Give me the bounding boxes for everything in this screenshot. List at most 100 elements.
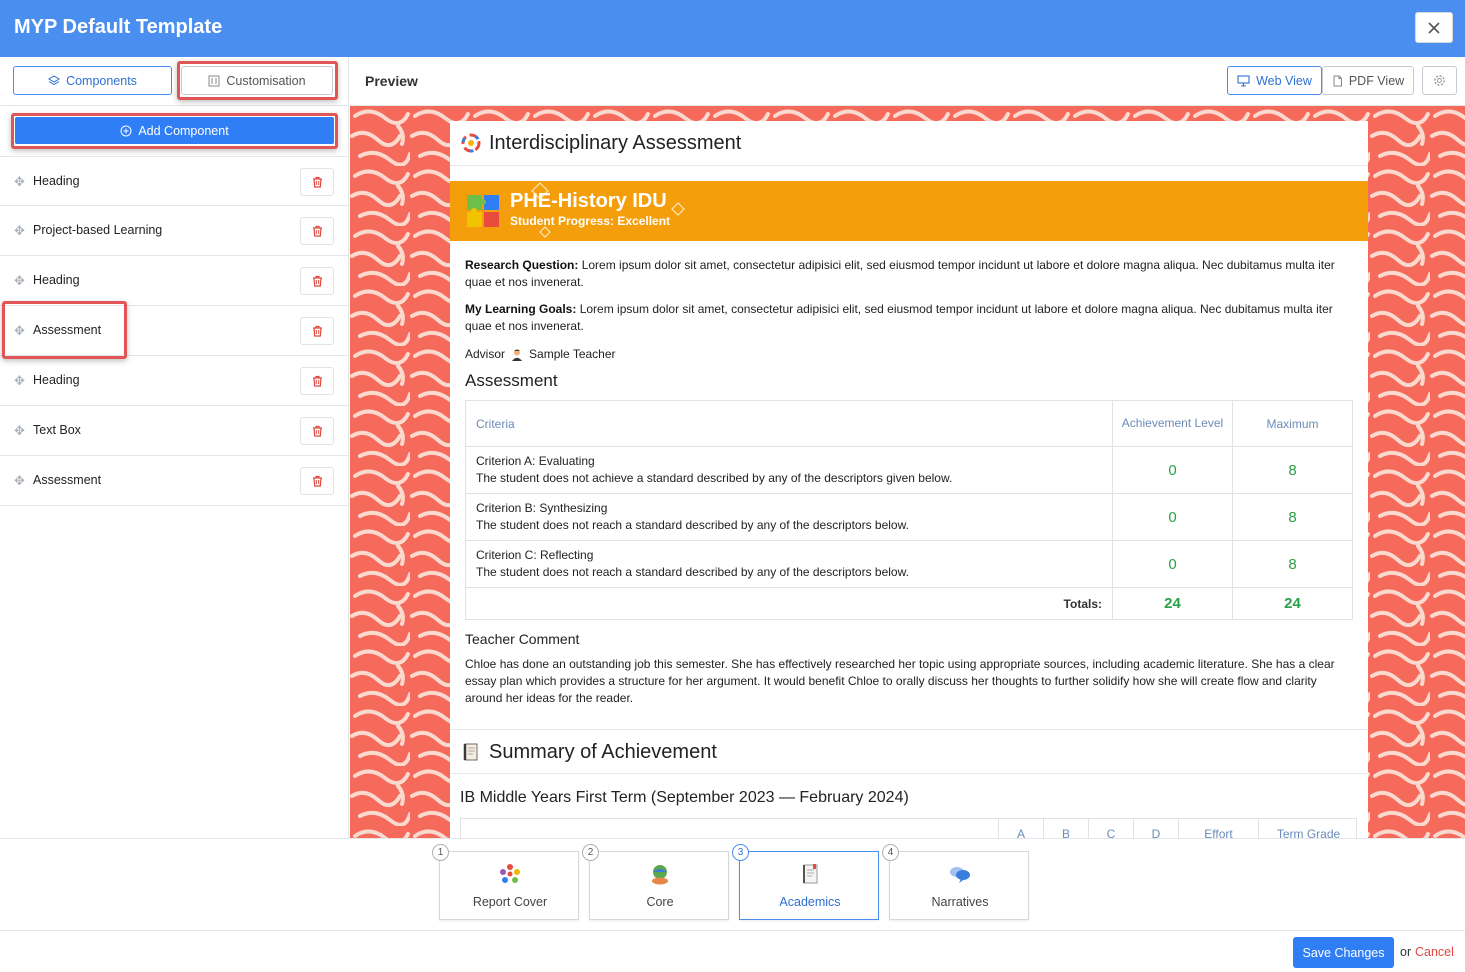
step-narratives[interactable]: 4 Narratives <box>882 844 1029 920</box>
totals-label: Totals: <box>465 587 1113 620</box>
modal-title: MYP Default Template <box>14 16 223 38</box>
criterion-desc: The student does not achieve a standard … <box>476 471 953 485</box>
drag-handle-icon[interactable]: ✥ <box>14 224 28 238</box>
criteria-header: Criteria <box>465 400 1113 447</box>
summary-col-term-grade: Term Grade <box>1258 819 1358 838</box>
delete-button[interactable] <box>300 168 334 196</box>
table-header-row: Criteria Achievement Level Maximum <box>465 400 1353 447</box>
list-item[interactable]: ✥ Text Box <box>0 406 349 456</box>
trash-icon <box>312 425 322 437</box>
panel-tabs: Components Customisation <box>0 57 349 106</box>
section-heading: Summary of Achievement <box>450 729 1368 774</box>
step-label: Core <box>646 895 674 909</box>
maximum-header: Maximum <box>1232 400 1353 447</box>
web-view-button[interactable]: Web View <box>1227 66 1322 95</box>
report-document: Interdisciplinary Assessment PHE-History… <box>450 121 1368 838</box>
section-title: Summary of Achievement <box>489 741 717 763</box>
monitor-icon <box>1237 74 1250 87</box>
component-label: Heading <box>33 273 80 287</box>
summary-col-b: B <box>1043 819 1088 838</box>
drag-handle-icon[interactable]: ✥ <box>14 274 28 288</box>
or-text: or <box>1400 945 1412 959</box>
preview-title: Preview <box>365 73 418 89</box>
teacher-comment: Chloe has done an outstanding job this s… <box>465 657 1335 705</box>
total-maximum: 24 <box>1232 587 1353 620</box>
close-icon <box>1428 21 1440 34</box>
assessment-heading: Assessment <box>465 371 558 390</box>
notebook-icon <box>463 743 478 761</box>
step-label: Report Cover <box>472 895 548 909</box>
banner-title: PHE-History IDU <box>510 190 667 212</box>
list-item[interactable]: ✥ Assessment <box>0 456 349 506</box>
gear-icon <box>1434 75 1445 86</box>
list-item[interactable]: ✥ Project-based Learning <box>0 206 349 256</box>
criterion-name: Criterion A: Evaluating <box>476 454 595 468</box>
list-item[interactable]: ✥ Heading <box>0 256 349 306</box>
total-achievement: 24 <box>1112 587 1233 620</box>
step-core[interactable]: 2 Core <box>582 844 729 920</box>
delete-button[interactable] <box>300 417 334 445</box>
highlight-customisation <box>177 61 338 100</box>
assessment-table: Criteria Achievement Level Maximum Crite… <box>465 400 1353 620</box>
pdf-view-button[interactable]: PDF View <box>1322 66 1414 95</box>
delete-button[interactable] <box>300 317 334 345</box>
criterion-cell: Criterion B: Synthesizing The student doe… <box>465 493 1113 541</box>
drag-handle-icon[interactable]: ✥ <box>14 424 28 438</box>
summary-table: A B C D Effort Term Grade <box>460 818 1357 838</box>
delete-button[interactable] <box>300 217 334 245</box>
criterion-cell: Criterion C: Reflecting The student does … <box>465 540 1113 588</box>
term-title: IB Middle Years First Term (September 20… <box>460 789 909 806</box>
web-view-label: Web View <box>1256 73 1312 88</box>
component-label: Project-based Learning <box>33 223 163 237</box>
summary-col-effort: Effort <box>1178 819 1258 838</box>
highlight-add-component <box>11 113 338 149</box>
delete-button[interactable] <box>300 467 334 495</box>
delete-button[interactable] <box>300 367 334 395</box>
table-row: Criterion C: Reflecting The student does … <box>465 540 1353 588</box>
research-text: Lorem ipsum dolor sit amet, consectetur … <box>465 258 1335 289</box>
trash-icon <box>312 176 322 188</box>
criterion-desc: The student does not reach a standard de… <box>476 565 909 579</box>
criterion-name: Criterion B: Synthesizing <box>476 501 608 515</box>
preview-canvas: Interdisciplinary Assessment PHE-History… <box>350 106 1465 838</box>
layers-icon <box>48 74 61 85</box>
drag-handle-icon[interactable]: ✥ <box>14 175 28 189</box>
table-row: Criterion B: Synthesizing The student doe… <box>465 493 1353 541</box>
step-number: 2 <box>582 844 599 861</box>
pdf-view-label: PDF View <box>1348 73 1405 88</box>
close-button[interactable] <box>1415 12 1453 43</box>
step-label: Academics <box>779 895 841 909</box>
maximum-value: 8 <box>1232 540 1353 588</box>
report-section-stepper: 1 Report Cover 2 Core 3 Academics 4 Narr… <box>0 838 1465 930</box>
preview-toolbar: Preview Web View PDF View <box>350 57 1465 106</box>
trash-icon <box>312 275 322 287</box>
save-changes-button[interactable]: Save Changes <box>1293 937 1394 968</box>
achievement-value: 0 <box>1112 493 1233 541</box>
drag-handle-icon[interactable]: ✥ <box>14 374 28 388</box>
table-row: Criterion A: Evaluating The student does … <box>465 446 1353 494</box>
criterion-desc: The student does not reach a standard de… <box>476 518 909 532</box>
step-number: 1 <box>432 844 449 861</box>
delete-button[interactable] <box>300 267 334 295</box>
teacher-comment-heading: Teacher Comment <box>465 631 580 647</box>
trash-icon <box>312 225 322 237</box>
list-item[interactable]: ✥ Assessment <box>0 301 349 359</box>
goals-label: My Learning Goals: <box>465 302 577 316</box>
trash-icon <box>312 375 322 387</box>
core-icon <box>652 865 668 885</box>
drag-handle-icon[interactable]: ✥ <box>14 474 28 488</box>
cancel-link[interactable]: Cancel <box>1415 945 1454 959</box>
section-title: Interdisciplinary Assessment <box>489 132 742 154</box>
criterion-cell: Criterion A: Evaluating The student does … <box>465 446 1113 494</box>
highlight-assessment <box>2 301 127 359</box>
step-number: 4 <box>882 844 899 861</box>
component-label: Heading <box>33 174 80 188</box>
settings-button[interactable] <box>1422 66 1457 95</box>
list-item[interactable]: ✥ Heading <box>0 156 349 206</box>
maximum-value: 8 <box>1232 446 1353 494</box>
research-question: Research Question: Lorem ipsum dolor sit… <box>465 257 1345 291</box>
tab-components[interactable]: Components <box>13 66 172 95</box>
step-academics[interactable]: 3 Academics <box>732 844 879 920</box>
list-item[interactable]: ✥ Heading <box>0 356 349 406</box>
step-report-cover[interactable]: 1 Report Cover <box>432 844 579 920</box>
